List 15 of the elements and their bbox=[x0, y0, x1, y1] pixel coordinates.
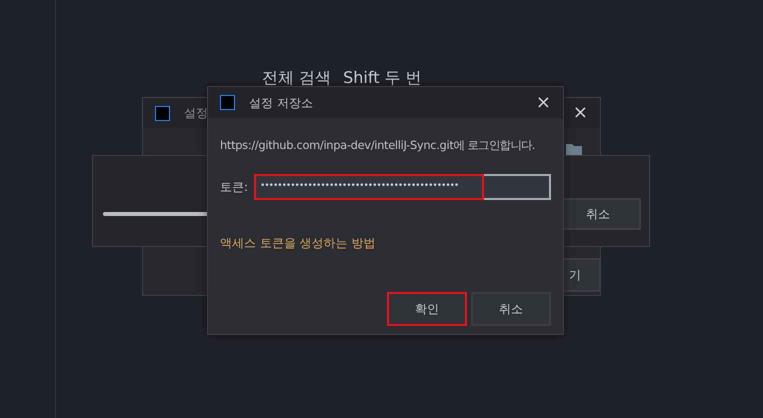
token-label: 토큰: bbox=[220, 179, 248, 196]
app-icon bbox=[155, 106, 170, 120]
close-button[interactable]: × bbox=[572, 104, 588, 122]
token-field[interactable]: •••••••••••••••••••••••••••••••••••••••••••••• bbox=[254, 174, 551, 200]
dialog-title: 설정 저장소 bbox=[249, 94, 313, 112]
cancel-button[interactable]: 취소 bbox=[471, 292, 551, 326]
window-title: 설정 bbox=[184, 105, 208, 122]
shortcut-hint: Shift 두 번 bbox=[343, 67, 422, 89]
close-button[interactable]: × bbox=[536, 94, 551, 112]
app-icon bbox=[220, 95, 235, 110]
hint-label: 전체 검색 bbox=[262, 67, 332, 89]
token-value: •••••••••••••••••••••••••••••••••••••••••••••• bbox=[254, 174, 484, 200]
login-message: https://github.com/inpa-dev/intelliJ-Sync.git에 로그인합니다. bbox=[220, 137, 536, 154]
help-link[interactable]: 액세스 토큰을 생성하는 방법 bbox=[220, 236, 376, 250]
ok-button[interactable]: 확인 bbox=[387, 292, 467, 326]
